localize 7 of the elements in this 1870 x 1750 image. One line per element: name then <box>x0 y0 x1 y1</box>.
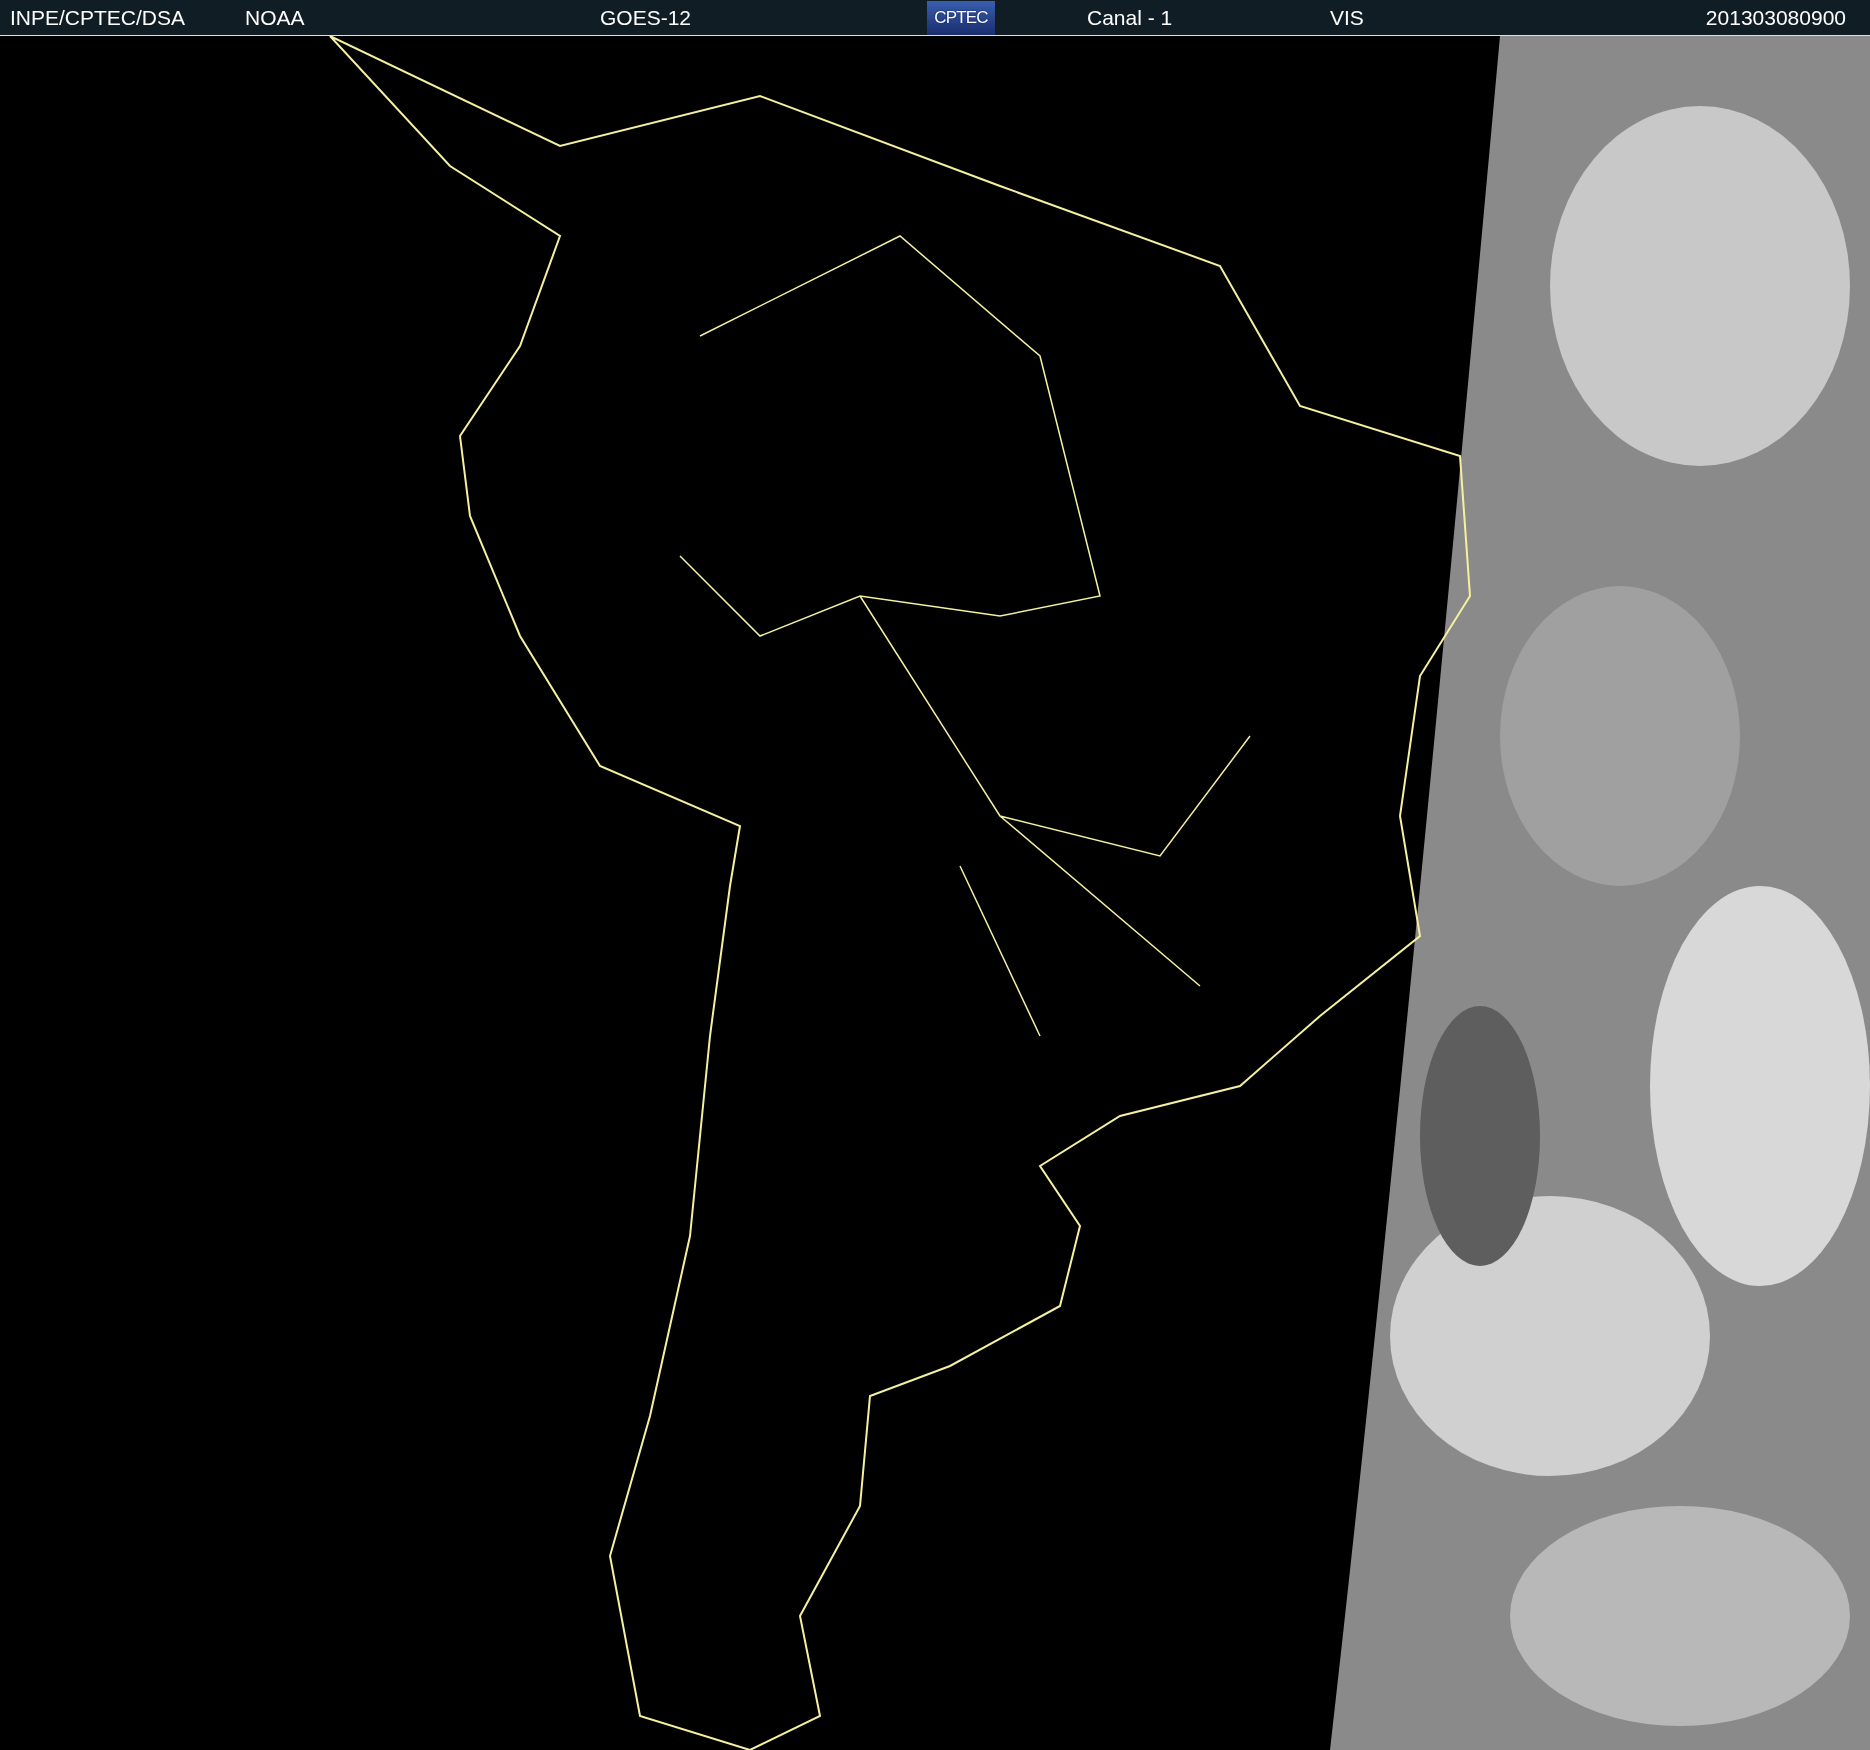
header-label: Canal - 1 <box>1087 7 1173 28</box>
cptec-logo: CPTEC <box>927 0 995 35</box>
header-label: GOES-12 <box>600 7 692 28</box>
header-label: VIS <box>1330 7 1364 28</box>
header-label: NOAA <box>245 7 305 28</box>
header-label: INPE/CPTEC/DSA <box>10 7 186 28</box>
header-label: 201303080900 <box>1705 7 1846 28</box>
